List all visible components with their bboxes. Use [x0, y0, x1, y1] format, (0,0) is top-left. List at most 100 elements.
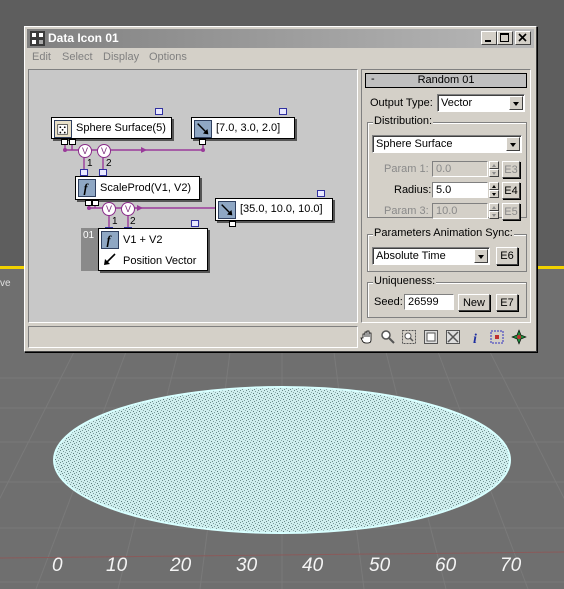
data-icon-window[interactable]: Data Icon 01 Edit Select Display Options: [24, 26, 537, 352]
param1-spinner[interactable]: [489, 161, 499, 177]
vector-port-circle[interactable]: V: [102, 202, 116, 216]
minimize-button[interactable]: [481, 31, 497, 45]
node-label: V1 + V2: [123, 234, 163, 246]
menu-options[interactable]: Options: [149, 51, 187, 63]
dropdown-value: Vector: [441, 97, 473, 109]
input-index-label: 2: [106, 158, 112, 169]
spinner-value: 5.0: [436, 184, 452, 196]
particle-cloud: [53, 386, 511, 534]
radius-spinner[interactable]: [489, 182, 499, 198]
ruler-tick: 30: [236, 555, 258, 576]
distribution-group: Distribution: Sphere Surface Param 1: 0.…: [367, 115, 527, 220]
maximize-button[interactable]: [497, 31, 513, 45]
pan-hand-icon[interactable]: [359, 329, 375, 345]
node-label: [7.0, 3.0, 2.0]: [216, 122, 281, 134]
param3-input[interactable]: 10.0: [432, 203, 488, 219]
node-input-port[interactable]: [229, 221, 236, 227]
spinner-value: 0.0: [436, 163, 452, 175]
rollout-header[interactable]: - Random 01: [365, 73, 527, 88]
zoom-extents-icon[interactable]: [423, 329, 439, 345]
vector-port-circle[interactable]: V: [97, 144, 111, 158]
node-output-port[interactable]: [191, 220, 199, 227]
ruler-tick: 50: [369, 555, 391, 576]
title-bar[interactable]: Data Icon 01: [27, 29, 534, 48]
vector-arrow-icon: [194, 120, 212, 138]
node-badge-number: 01: [83, 230, 95, 241]
node-output-port[interactable]: [99, 169, 107, 176]
node-input-port[interactable]: [199, 139, 206, 145]
output-type-label: Output Type:: [370, 97, 433, 109]
close-button[interactable]: [515, 31, 531, 45]
menu-select[interactable]: Select: [62, 51, 93, 63]
seed-label: Seed:: [374, 296, 403, 308]
navigation-compass-icon[interactable]: [511, 329, 527, 345]
node-input-port[interactable]: [92, 200, 99, 206]
input-index-label: 2: [130, 216, 136, 227]
chevron-down-icon[interactable]: [509, 96, 523, 110]
zoom-selected-icon[interactable]: [445, 329, 461, 345]
radius-input[interactable]: 5.0: [432, 182, 488, 198]
node-output-port[interactable]: [317, 190, 325, 197]
node-sphere-surface[interactable]: Sphere Surface(5): [51, 117, 172, 139]
ruler-tick: 20: [170, 555, 192, 576]
node-output-port[interactable]: [279, 108, 287, 115]
properties-panel: - Random 01 Output Type: Vector Distribu…: [361, 69, 531, 323]
spinner-value: 26599: [408, 296, 439, 308]
animation-sync-group: Parameters Animation Sync: Absolute Time…: [367, 227, 527, 272]
vector-port-circle[interactable]: V: [121, 202, 135, 216]
seed-input[interactable]: 26599: [404, 294, 454, 310]
menu-edit[interactable]: Edit: [32, 51, 51, 63]
node-output-port[interactable]: [155, 108, 163, 115]
param1-label: Param 1:: [384, 163, 429, 175]
node-output-port[interactable]: [80, 169, 88, 176]
node-label: ScaleProd(V1, V2): [100, 182, 192, 194]
node-vector-1[interactable]: [7.0, 3.0, 2.0]: [191, 117, 295, 139]
param1-expose-button[interactable]: E3: [502, 161, 520, 178]
rollout-title: Random 01: [417, 74, 475, 86]
node-input-port[interactable]: [61, 139, 68, 145]
dropdown-value: Sphere Surface: [376, 138, 453, 150]
close-icon: [518, 33, 527, 42]
radius-expose-button[interactable]: E4: [502, 182, 520, 199]
menu-bar: Edit Select Display Options: [27, 49, 534, 67]
ruler-tick: 40: [302, 555, 324, 576]
ruler-tick: 60: [435, 555, 457, 576]
minimize-icon: [485, 40, 491, 42]
node-input-port[interactable]: [85, 200, 92, 206]
position-output-icon: [104, 253, 116, 265]
param1-input[interactable]: 0.0: [432, 161, 488, 177]
function-icon: f: [78, 179, 96, 197]
output-type-dropdown[interactable]: Vector: [437, 94, 525, 112]
param3-label: Param 3:: [384, 205, 429, 217]
seed-expose-button[interactable]: E7: [496, 294, 518, 311]
node-vector-2[interactable]: [35.0, 10.0, 10.0]: [215, 198, 333, 221]
distribution-dropdown[interactable]: Sphere Surface: [372, 135, 522, 153]
select-region-icon[interactable]: [489, 329, 505, 345]
animation-sync-dropdown[interactable]: Absolute Time: [372, 247, 490, 265]
input-index-label: 1: [87, 158, 93, 169]
zoom-icon[interactable]: [380, 329, 396, 345]
param3-expose-button[interactable]: E5: [502, 203, 520, 220]
ruler-tick: 0: [52, 555, 63, 576]
param3-spinner[interactable]: [489, 203, 499, 219]
chevron-down-icon[interactable]: [506, 137, 520, 151]
vector-arrow-icon: [218, 201, 236, 219]
node-input-port[interactable]: [69, 139, 76, 145]
menu-display[interactable]: Display: [103, 51, 139, 63]
new-seed-button[interactable]: New: [458, 294, 490, 311]
svg-text:i: i: [473, 332, 477, 345]
spinner-value: 10.0: [436, 205, 458, 217]
sync-expose-button[interactable]: E6: [496, 247, 518, 265]
vector-port-circle[interactable]: V: [78, 144, 92, 158]
chevron-down-icon[interactable]: [474, 249, 488, 263]
zoom-region-icon[interactable]: [401, 329, 417, 345]
schematic-view[interactable]: Sphere Surface(5) [7.0, 3.0, 2.0] V V 1 …: [28, 69, 358, 323]
rollout-collapse-toggle[interactable]: -: [371, 73, 375, 86]
node-label: [35.0, 10.0, 10.0]: [240, 203, 323, 215]
node-add[interactable]: f V1 + V2 Position Vector: [98, 228, 208, 271]
node-scaleprod[interactable]: f ScaleProd(V1, V2): [75, 176, 200, 200]
status-bar: [28, 326, 358, 348]
ruler-tick: 70: [500, 555, 522, 576]
node-label: Position Vector: [123, 255, 197, 267]
info-icon[interactable]: i: [469, 329, 485, 345]
